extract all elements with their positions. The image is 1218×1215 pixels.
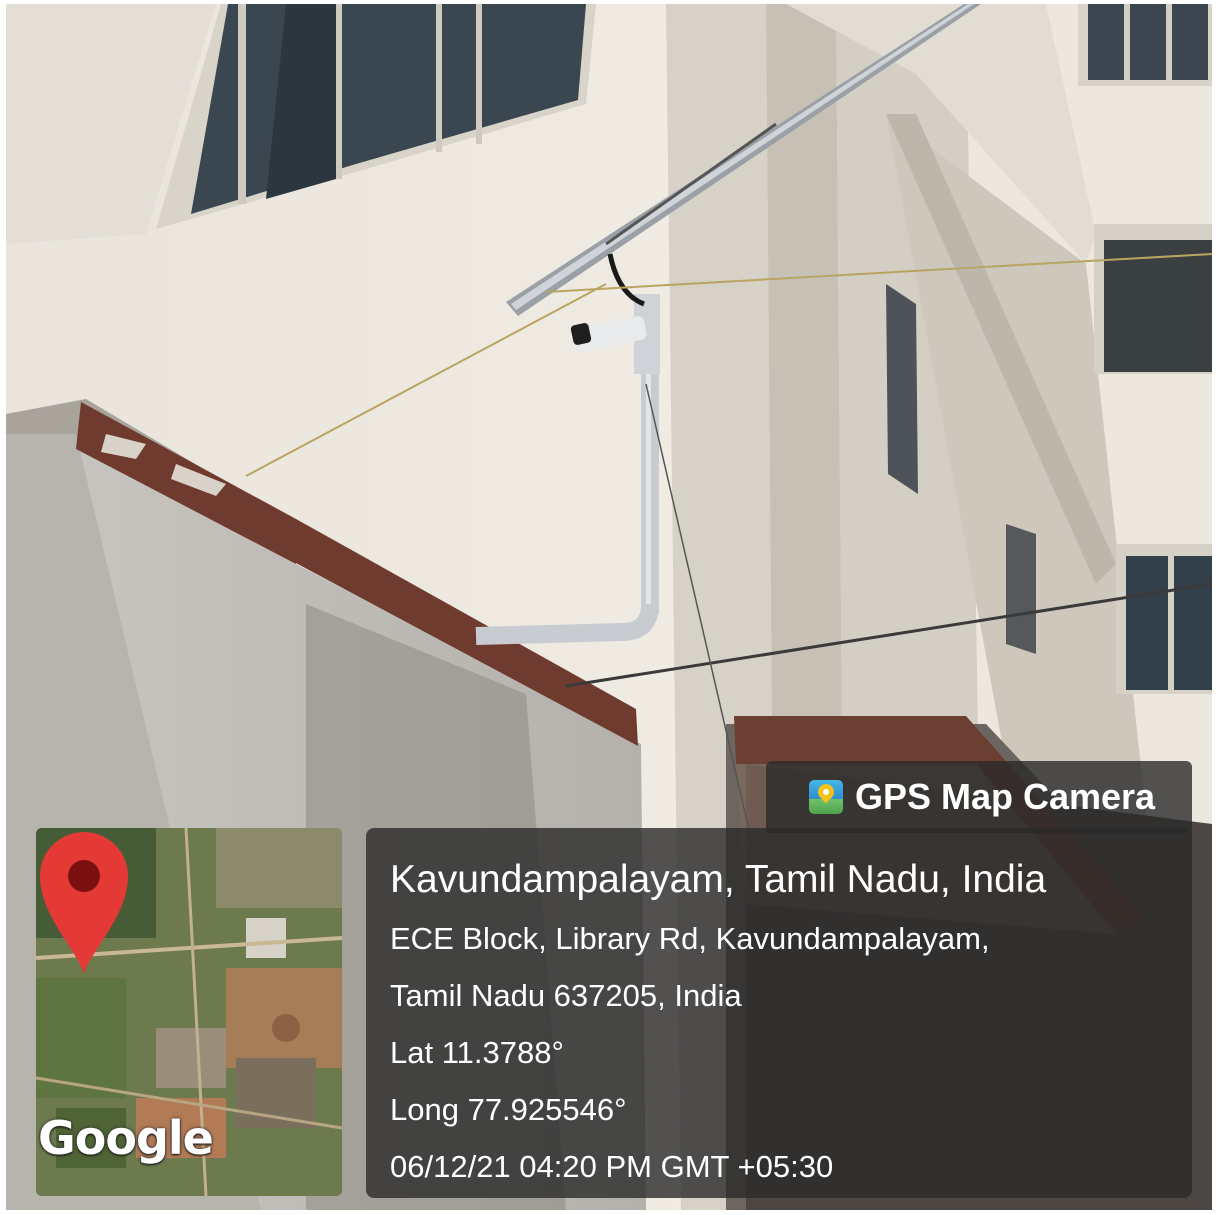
gps-map-camera-icon xyxy=(808,780,843,814)
map-pin-icon xyxy=(40,832,128,974)
location-title: Kavundampalayam, Tamil Nadu, India xyxy=(390,858,1047,901)
map-thumbnail: Google xyxy=(36,828,342,1196)
address-line-2: Tamil Nadu 637205, India xyxy=(390,978,742,1013)
photo-frame: GPS Map Camera Kavundampalayam, Tamil Na… xyxy=(6,4,1212,1210)
timestamp: 06/12/21 04:20 PM GMT +05:30 xyxy=(390,1149,834,1184)
google-logo: Google xyxy=(38,1111,214,1165)
longitude: Long 77.925546° xyxy=(390,1092,627,1127)
app-name: GPS Map Camera xyxy=(854,776,1156,817)
location-info-panel: Kavundampalayam, Tamil Nadu, India ECE B… xyxy=(366,828,1192,1198)
address-line-1: ECE Block, Library Rd, Kavundampalayam, xyxy=(390,921,990,956)
latitude: Lat 11.3788° xyxy=(390,1035,564,1070)
app-badge: GPS Map Camera xyxy=(766,761,1192,833)
